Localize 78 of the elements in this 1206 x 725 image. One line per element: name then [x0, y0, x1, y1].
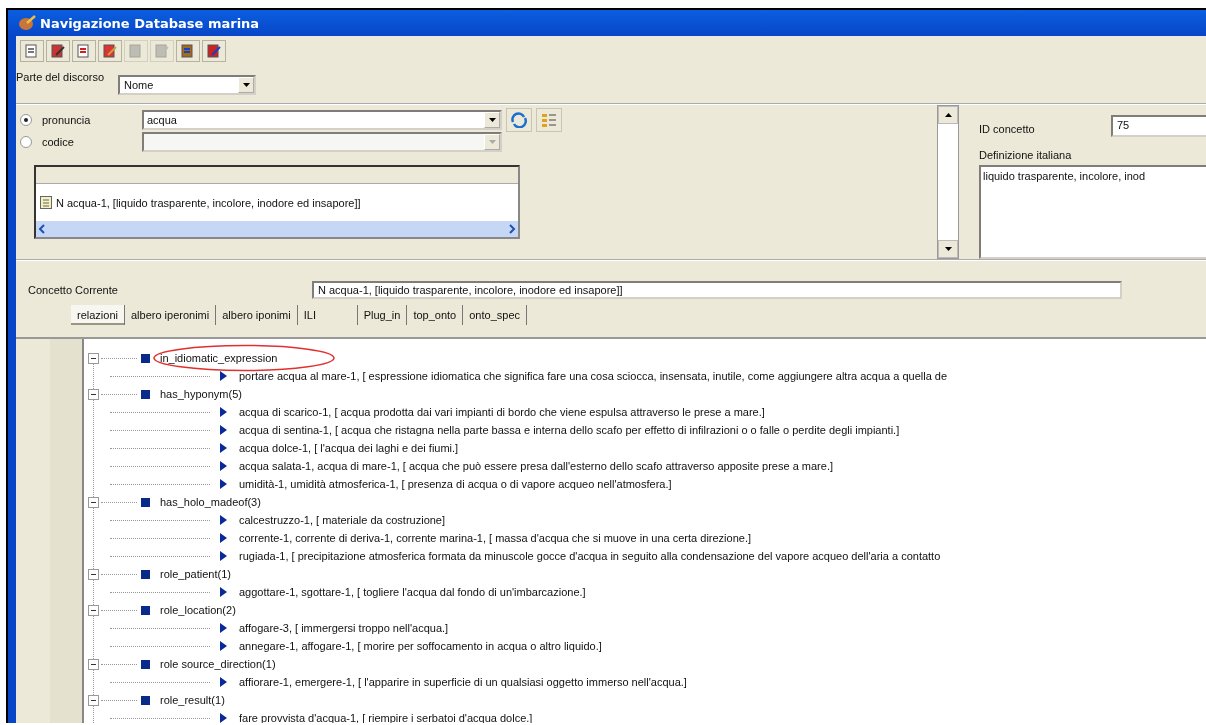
field-label: Definizione italiana	[979, 149, 1073, 161]
up-arrow-icon	[944, 113, 952, 117]
part-of-speech-dropdown[interactable]: Nome	[118, 75, 257, 95]
relation-label[interactable]: role_location(2)	[160, 604, 236, 616]
node-square-icon	[141, 353, 150, 363]
result-item[interactable]: N acqua-1, [liquido trasparente, incolore, inodore ed insapore]]	[56, 196, 361, 209]
collapse-toggle[interactable]	[88, 352, 99, 364]
tab[interactable]: Plug_in	[357, 305, 408, 325]
vertical-scrollbar[interactable]	[937, 105, 959, 259]
node-square-icon	[141, 659, 150, 669]
caret-icon	[488, 140, 496, 144]
tab[interactable]: onto_spec	[463, 305, 527, 325]
tree-item[interactable]: umidità-1, umidità atmosferica-1, [ presenza di acqua o di vapore acqueo nell'atmosfera.]	[239, 478, 672, 490]
node-square-icon	[141, 605, 150, 615]
id-field[interactable]: 75	[1111, 115, 1206, 137]
tree-item[interactable]: affiorare-1, emergere-1, [ l'apparire in superficie di un qualsiasi oggetto immerso nell'acqua.]	[239, 676, 687, 688]
field-label: Parte del discorso	[16, 71, 105, 83]
window-title: Navigazione Database marina	[40, 15, 260, 31]
pointer-icon	[220, 713, 227, 723]
field-label: ID concetto	[979, 122, 1036, 135]
relation-label[interactable]: has_hyponym(5)	[160, 388, 242, 400]
node-square-icon	[141, 695, 150, 705]
toolbar-button[interactable]	[20, 40, 44, 62]
tab[interactable]: albero iponimi	[216, 305, 298, 325]
caret-icon	[242, 83, 250, 87]
search-dropdown[interactable]: acqua	[142, 110, 502, 130]
tree-item[interactable]: portare acqua al mare-1, [ espressione idiomatica che significa fare una cosa sciocca, insensata, inutile, come aggiungere altra acqua a quella de	[239, 370, 948, 382]
toolbar-button[interactable]	[46, 40, 70, 62]
relation-label[interactable]: role_patient(1)	[160, 568, 231, 580]
pointer-icon	[220, 371, 227, 381]
tree-item[interactable]: affogare-3, [ immergersi troppo nell'acqua.]	[239, 622, 449, 634]
toolbar-button[interactable]	[202, 40, 226, 62]
pointer-icon	[220, 587, 227, 597]
definition-field[interactable]: liquido trasparente, incolore, inod	[979, 165, 1206, 259]
tree-item[interactable]: acqua di scarico-1, [ acqua prodotta dai vari impianti di bordo che viene espulsa attraverso le prese a mare.]	[239, 406, 765, 418]
caret-icon	[488, 118, 496, 122]
tree-item[interactable]: acqua di sentina-1, [ acqua che ristagna nella parte bassa e interna dello scafo per effetto di infilrazioni o o falle o perdite degli impianti.]	[239, 424, 900, 436]
collapse-toggle[interactable]	[88, 568, 99, 580]
tree-item[interactable]: calcestruzzo-1, [ materiale da costruzione]	[239, 514, 446, 526]
horizontal-scrollbar[interactable]	[36, 221, 518, 237]
tree-item[interactable]: annegare-1, affogare-1, [ morire per soffocamento in acqua o altro liquido.]	[239, 640, 602, 652]
collapse-toggle[interactable]	[88, 658, 99, 670]
document-icon	[40, 196, 52, 209]
list-icon	[541, 112, 557, 128]
relation-label[interactable]: role_result(1)	[160, 694, 225, 706]
collapse-toggle[interactable]	[88, 388, 99, 400]
collapse-toggle[interactable]	[88, 496, 99, 508]
radio-label: codice	[42, 136, 75, 148]
node-square-icon	[141, 389, 150, 399]
caret-icon	[944, 247, 952, 251]
toolbar-button[interactable]	[98, 40, 122, 62]
palette-icon	[18, 15, 36, 31]
relation-label[interactable]: has_holo_madeof(3)	[160, 496, 261, 508]
toolbar-button[interactable]	[176, 40, 200, 62]
tree-item[interactable]: rugiada-1, [ precipitazione atmosferica formata da minuscole gocce d'acqua in seguito alla condensazione del vapore acqueo dell'aria a contatto	[239, 550, 941, 562]
tab[interactable]: top_onto	[407, 305, 464, 325]
radio-button[interactable]	[20, 114, 32, 126]
tree-item[interactable]: acqua salata-1, acqua di mare-1, [ acqua che può essere presa dall'esterno dello scafo attraverso apposite prese a mare.]	[239, 460, 833, 472]
tree-item[interactable]: corrente-1, corrente di deriva-1, corrente marina-1, [ massa d'acqua che si muove in una certa direzione.]	[239, 532, 751, 544]
tab[interactable]: relazioni	[71, 305, 125, 325]
relation-label[interactable]: role source_direction(1)	[160, 658, 276, 670]
tree-item[interactable]: acqua dolce-1, [ l'acqua dei laghi e dei fiumi.]	[239, 442, 459, 454]
radio-label: pronuncia	[42, 114, 92, 126]
current-concept-field[interactable]: N acqua-1, [liquido trasparente, incolore, inodore ed insapore]]	[312, 281, 1122, 299]
edit-icon	[50, 43, 66, 59]
toolbar-button[interactable]	[72, 40, 96, 62]
refresh-icon	[510, 112, 528, 128]
collapse-toggle[interactable]	[88, 694, 99, 706]
tab[interactable]: albero iperonimi	[124, 305, 217, 325]
refresh-button[interactable]	[506, 108, 532, 132]
pointer-icon	[220, 677, 227, 687]
node-square-icon	[141, 569, 150, 579]
node-square-icon	[141, 497, 150, 507]
document-icon	[24, 43, 40, 59]
tab[interactable]: ILI	[297, 305, 358, 325]
field-label: Concetto Corrente	[28, 284, 119, 296]
tree-item[interactable]: aggottare-1, sgottare-1, [ togliere l'acqua dal fondo di un'imbarcazione.]	[239, 586, 586, 598]
collapse-toggle[interactable]	[88, 604, 99, 616]
